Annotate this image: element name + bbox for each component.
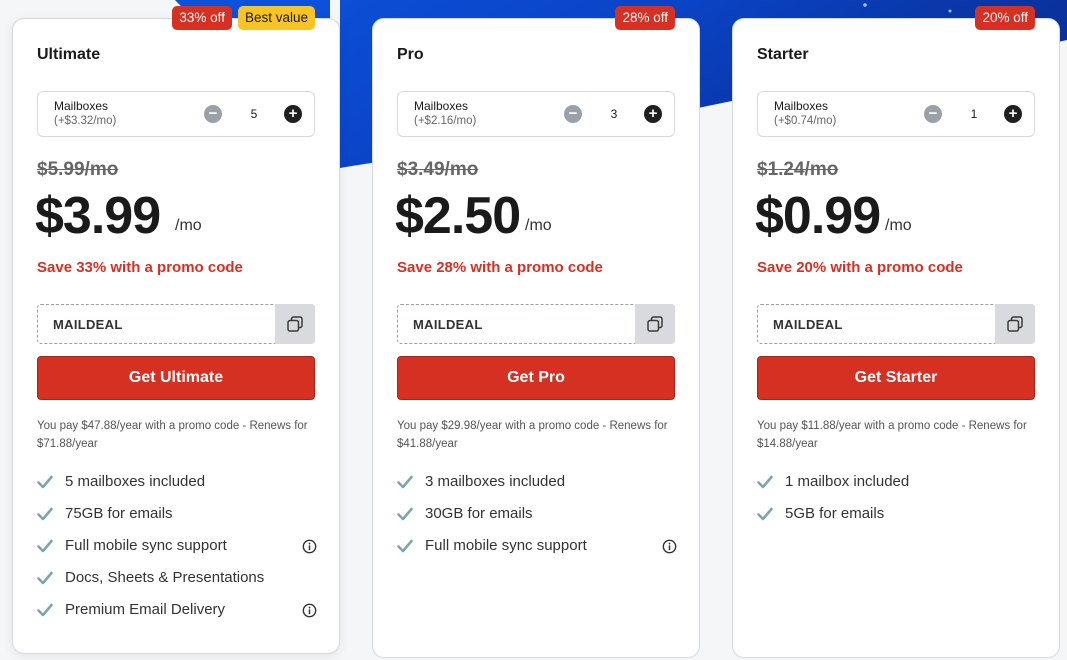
- plan-name: Ultimate: [37, 46, 101, 63]
- old-price: $5.99/mo: [37, 159, 119, 180]
- plan-badges: 20% off: [975, 6, 1035, 30]
- plan-badges: 28% off: [615, 6, 675, 30]
- feature-item: 3 mailboxes included: [397, 471, 677, 503]
- feature-item: Docs, Sheets & Presentations: [37, 567, 317, 599]
- check-icon: [37, 539, 53, 553]
- plan-name: Pro: [397, 46, 424, 63]
- best-value-badge: Best value: [237, 6, 315, 30]
- price-period: /mo: [525, 217, 552, 234]
- feature-label: 5 mailboxes included: [65, 473, 206, 490]
- minus-icon[interactable]: −: [924, 105, 942, 123]
- check-icon: [37, 571, 53, 585]
- mailboxes-selector: Mailboxes (+$3.32/mo) − 5 +: [37, 91, 315, 137]
- mailboxes-label: Mailboxes: [54, 99, 109, 113]
- feature-item: Full mobile sync support: [397, 535, 677, 567]
- check-icon: [397, 507, 413, 521]
- feature-label: Premium Email Delivery: [65, 601, 226, 618]
- promo-code: MAILDEAL: [773, 317, 843, 332]
- get-plan-button[interactable]: Get Pro: [397, 356, 675, 400]
- feature-label: Full mobile sync support: [65, 537, 227, 554]
- plan-badges: 33% off Best value: [172, 6, 315, 30]
- price: $0.99: [755, 187, 881, 245]
- feature-item: Premium Email Delivery: [37, 599, 317, 631]
- mailbox-price: (+$0.74/mo): [774, 115, 837, 127]
- feature-item: 30GB for emails: [397, 503, 677, 535]
- feature-item: 1 mailbox included: [757, 471, 1037, 503]
- feature-item: Full mobile sync support: [37, 535, 317, 567]
- check-icon: [37, 475, 53, 489]
- info-icon[interactable]: [662, 539, 677, 554]
- copy-button[interactable]: [275, 304, 315, 344]
- info-icon[interactable]: [302, 539, 317, 554]
- feature-list: 3 mailboxes included 30GB for emails Ful…: [397, 471, 677, 567]
- old-price: $1.24/mo: [757, 159, 839, 180]
- plan-name: Starter: [757, 46, 809, 63]
- price-period: /mo: [885, 217, 912, 234]
- check-icon: [37, 603, 53, 617]
- check-icon: [397, 475, 413, 489]
- mailbox-quantity[interactable]: 3: [594, 107, 634, 121]
- copy-icon: [647, 316, 663, 332]
- mailbox-quantity[interactable]: 1: [954, 107, 994, 121]
- feature-item: 5GB for emails: [757, 503, 1037, 535]
- feature-label: 3 mailboxes included: [425, 473, 566, 490]
- plan-card-ultimate: 33% off Best value Ultimate Mailboxes (+$…: [12, 6, 340, 654]
- feature-label: Full mobile sync support: [425, 537, 587, 554]
- discount-badge: 28% off: [615, 6, 675, 30]
- plus-icon[interactable]: +: [1004, 105, 1022, 123]
- promo-code-field[interactable]: MAILDEAL: [397, 304, 675, 344]
- get-plan-button[interactable]: Get Ultimate: [37, 356, 315, 400]
- mailbox-price: (+$3.32/mo): [54, 115, 117, 127]
- plan-card-starter: 20% off Starter Mailboxes (+$0.74/mo) − …: [732, 6, 1060, 658]
- billing-note: You pay $11.88/year with a promo code - …: [757, 420, 1027, 450]
- plus-icon[interactable]: +: [284, 105, 302, 123]
- price: $3.99: [35, 187, 161, 245]
- old-price: $3.49/mo: [397, 159, 479, 180]
- minus-icon[interactable]: −: [564, 105, 582, 123]
- feature-label: 30GB for emails: [425, 505, 533, 522]
- copy-button[interactable]: [635, 304, 675, 344]
- mailbox-quantity[interactable]: 5: [234, 107, 274, 121]
- billing-note: You pay $29.98/year with a promo code - …: [397, 420, 668, 450]
- promo-code-field[interactable]: MAILDEAL: [37, 304, 315, 344]
- mailboxes-label: Mailboxes: [414, 99, 469, 113]
- feature-label: 5GB for emails: [785, 505, 885, 522]
- discount-badge: 33% off: [172, 6, 232, 30]
- feature-list: 1 mailbox included 5GB for emails: [757, 471, 1037, 535]
- feature-label: 75GB for emails: [65, 505, 173, 522]
- copy-icon: [1007, 316, 1023, 332]
- discount-badge: 20% off: [975, 6, 1035, 30]
- mailboxes-selector: Mailboxes (+$0.74/mo) − 1 +: [757, 91, 1035, 137]
- promo-savings-text: Save 28% with a promo code: [397, 259, 603, 276]
- check-icon: [37, 507, 53, 521]
- copy-button[interactable]: [995, 304, 1035, 344]
- promo-savings-text: Save 33% with a promo code: [37, 259, 243, 276]
- price: $2.50: [395, 187, 521, 245]
- mailboxes-selector: Mailboxes (+$2.16/mo) − 3 +: [397, 91, 675, 137]
- feature-item: 75GB for emails: [37, 503, 317, 535]
- feature-label: 1 mailbox included: [785, 473, 910, 490]
- check-icon: [397, 539, 413, 553]
- plus-icon[interactable]: +: [644, 105, 662, 123]
- copy-icon: [287, 316, 303, 332]
- mailbox-price: (+$2.16/mo): [414, 115, 477, 127]
- get-plan-button[interactable]: Get Starter: [757, 356, 1035, 400]
- feature-list: 5 mailboxes included 75GB for emails Ful…: [37, 471, 317, 631]
- mailboxes-label: Mailboxes: [774, 99, 829, 113]
- minus-icon[interactable]: −: [204, 105, 222, 123]
- check-icon: [757, 475, 773, 489]
- promo-savings-text: Save 20% with a promo code: [757, 259, 963, 276]
- plan-card-pro: 28% off Pro Mailboxes (+$2.16/mo) − 3 + …: [372, 6, 700, 658]
- feature-item: 5 mailboxes included: [37, 471, 317, 503]
- check-icon: [757, 507, 773, 521]
- promo-code: MAILDEAL: [413, 317, 483, 332]
- billing-note: You pay $47.88/year with a promo code - …: [37, 420, 308, 450]
- info-icon[interactable]: [302, 603, 317, 618]
- feature-label: Docs, Sheets & Presentations: [65, 569, 265, 586]
- promo-code: MAILDEAL: [53, 317, 123, 332]
- price-period: /mo: [175, 217, 202, 234]
- promo-code-field[interactable]: MAILDEAL: [757, 304, 1035, 344]
